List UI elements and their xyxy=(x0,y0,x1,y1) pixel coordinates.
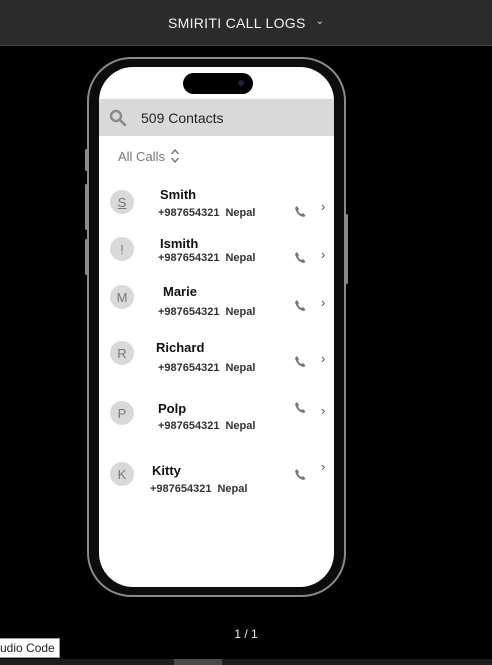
contact-row-kitty[interactable]: K Kitty +987654321 Nepal › xyxy=(99,457,334,503)
contact-row-ismith[interactable]: ! Ismith +987654321 Nepal › xyxy=(99,231,334,277)
app-title: SMIRITI CALL LOGS xyxy=(167,14,306,31)
contact-number: +987654321 xyxy=(158,362,220,374)
phone-frame: 509 Contacts All Calls S Smith +98765432… xyxy=(85,57,348,597)
contact-name: Polp xyxy=(158,401,187,416)
phone-call-icon[interactable] xyxy=(294,355,306,368)
contact-country: Nepal xyxy=(225,306,256,318)
avatar: P xyxy=(110,401,134,425)
contact-details: +987654321 Nepal xyxy=(158,362,255,374)
dynamic-island xyxy=(183,73,253,94)
taskbar-tooltip: udio Code xyxy=(0,638,60,658)
contact-row-marie[interactable]: M Marie +987654321 Nepal › xyxy=(99,279,334,325)
avatar: K xyxy=(110,462,134,486)
phone-screen: 509 Contacts All Calls S Smith +98765432… xyxy=(99,67,334,587)
phone-side-button xyxy=(85,184,88,230)
contact-name: Smith xyxy=(160,187,197,202)
avatar: R xyxy=(110,341,134,365)
horizontal-scrollbar[interactable] xyxy=(0,659,492,665)
chevron-right-icon[interactable]: › xyxy=(321,247,325,262)
page-indicator: 1 / 1 xyxy=(234,627,258,641)
contact-country: Nepal xyxy=(225,362,256,374)
phone-call-icon[interactable] xyxy=(294,299,306,312)
contact-name: Marie xyxy=(163,284,197,299)
avatar: ! xyxy=(110,237,134,261)
search-icon xyxy=(109,109,127,126)
top-bar: SMIRITI CALL LOGS ⌄ xyxy=(0,0,492,46)
contact-number: +987654321 xyxy=(158,207,220,219)
contact-number: +987654321 xyxy=(158,252,220,264)
contact-name: Kitty xyxy=(152,463,181,478)
phone-call-icon[interactable] xyxy=(294,251,306,264)
sort-updown-icon xyxy=(170,148,179,164)
contact-number: +987654321 xyxy=(150,483,212,495)
contact-number: +987654321 xyxy=(158,306,220,318)
camera-icon xyxy=(238,80,244,86)
contacts-search-bar[interactable]: 509 Contacts xyxy=(99,99,334,136)
avatar: S xyxy=(110,190,134,214)
chevron-right-icon[interactable]: › xyxy=(321,459,325,474)
contact-row-polp[interactable]: P Polp +987654321 Nepal › xyxy=(99,396,334,442)
call-filter-dropdown[interactable]: All Calls xyxy=(118,148,180,164)
phone-call-icon[interactable] xyxy=(294,205,306,218)
phone-side-button xyxy=(85,149,88,171)
contact-country: Nepal xyxy=(225,420,256,432)
contact-name: Ismith xyxy=(160,236,199,251)
chevron-right-icon[interactable]: › xyxy=(321,295,325,310)
contact-country: Nepal xyxy=(225,252,256,264)
contact-details: +987654321 Nepal xyxy=(158,420,255,432)
chevron-right-icon[interactable]: › xyxy=(321,403,325,418)
contact-row-richard[interactable]: R Richard +987654321 Nepal › xyxy=(99,335,334,381)
contact-details: +987654321 Nepal xyxy=(158,207,255,219)
contact-details: +987654321 Nepal xyxy=(150,483,247,495)
contact-number: +987654321 xyxy=(158,420,220,432)
contact-details: +987654321 Nepal xyxy=(158,252,255,264)
contact-details: +987654321 Nepal xyxy=(158,306,255,318)
chevron-down-icon[interactable]: ⌄ xyxy=(316,16,324,27)
chevron-right-icon[interactable]: › xyxy=(321,351,325,366)
call-filter-label: All Calls xyxy=(118,148,165,164)
chevron-right-icon[interactable]: › xyxy=(321,199,325,214)
phone-call-icon[interactable] xyxy=(294,401,306,414)
phone-call-icon[interactable] xyxy=(294,468,306,481)
phone-side-button xyxy=(85,239,88,275)
phone-power-button xyxy=(345,214,348,284)
contact-row-smith[interactable]: S Smith +987654321 Nepal › xyxy=(99,182,334,228)
contact-name: Richard xyxy=(156,340,205,355)
scrollbar-thumb[interactable] xyxy=(174,659,222,665)
contact-country: Nepal xyxy=(225,207,256,219)
avatar: M xyxy=(110,285,134,309)
contacts-count: 509 Contacts xyxy=(141,109,224,126)
contact-country: Nepal xyxy=(217,483,248,495)
